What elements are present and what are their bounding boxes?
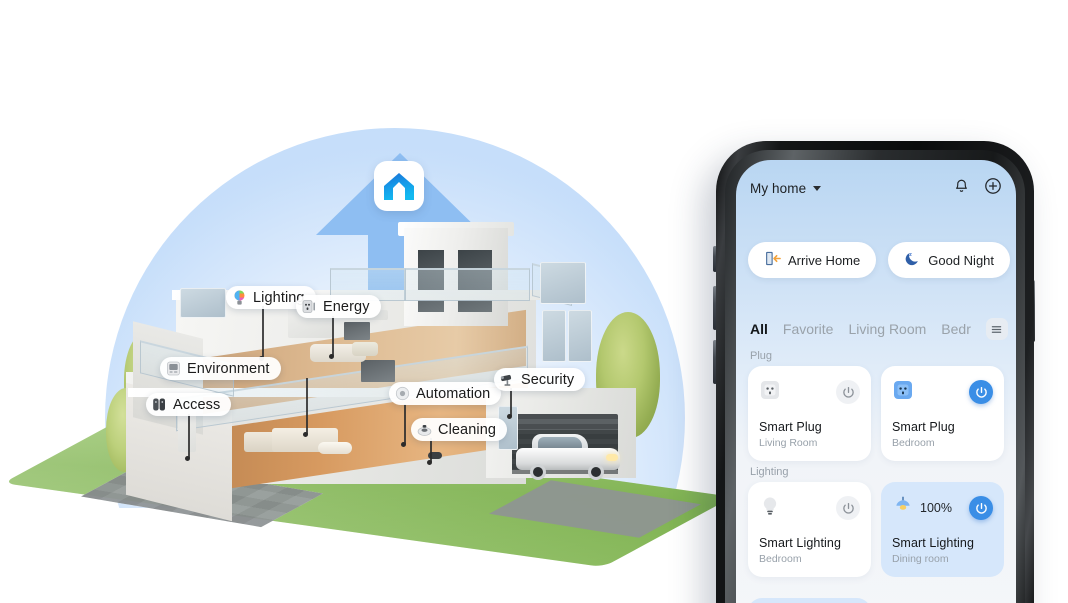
- pin-anchor: [329, 354, 334, 359]
- tab-all[interactable]: All: [750, 321, 768, 337]
- door-lock-icon: [151, 396, 168, 413]
- device-card[interactable]: 100%: [748, 598, 871, 603]
- smart-home-illustration: Lighting Energy Environment Access Autom…: [0, 0, 720, 603]
- pin-anchor: [507, 414, 512, 419]
- pin-label: Access: [173, 396, 221, 413]
- device-card[interactable]: Smart Plug Living Room: [748, 366, 871, 461]
- pin-leader: [188, 414, 190, 458]
- home-logo-icon: [374, 161, 424, 211]
- pin-automation[interactable]: Automation: [389, 382, 502, 405]
- window: [540, 262, 586, 304]
- car: [516, 432, 620, 480]
- device-room: Bedroom: [892, 437, 935, 449]
- bulb-icon: [759, 495, 781, 522]
- phone-screen: My home Arrive Home z Good Night All Fav…: [736, 160, 1016, 603]
- robot-vacuum-icon: [416, 421, 433, 438]
- door-enter-icon: [764, 250, 781, 270]
- pin-anchor: [401, 442, 406, 447]
- group-label-plug: Plug: [750, 350, 773, 362]
- pin-label: Security: [521, 371, 575, 388]
- pin-label: Cleaning: [438, 421, 497, 438]
- window: [180, 288, 226, 318]
- pin-energy[interactable]: Energy: [296, 295, 381, 318]
- power-toggle[interactable]: [969, 496, 993, 520]
- device-name: Smart Plug: [759, 420, 822, 434]
- pin-security[interactable]: Security: [494, 368, 586, 391]
- device-card[interactable]: 100% Smart Lighting Dining room: [881, 482, 1004, 577]
- device-room: Bedroom: [759, 553, 802, 565]
- tab-favorite[interactable]: Favorite: [783, 321, 834, 337]
- power-toggle[interactable]: [969, 380, 993, 404]
- device-grid-lighting: Smart Lighting Bedroom 100% Smart Lighti…: [748, 482, 1004, 577]
- device-card[interactable]: Smart Lighting Bedroom: [748, 482, 871, 577]
- device-percent: 100%: [920, 501, 952, 515]
- pin-cleaning[interactable]: Cleaning: [411, 418, 508, 441]
- outlet-icon: [759, 379, 781, 406]
- device-name: Smart Lighting: [759, 536, 841, 550]
- window: [542, 310, 566, 362]
- scene-label: Arrive Home: [788, 252, 861, 268]
- group-label-lighting: Lighting: [750, 466, 789, 478]
- desk: [352, 342, 378, 356]
- home-name-label[interactable]: My home: [750, 181, 806, 196]
- monitor-screen: [344, 322, 370, 340]
- tv-screen: [361, 360, 395, 382]
- scene-arrive-home[interactable]: Arrive Home: [748, 242, 877, 278]
- chevron-down-icon[interactable]: [813, 185, 822, 191]
- scene-shortcuts: Arrive Home z Good Night: [748, 242, 1011, 278]
- pin-leader: [262, 306, 264, 358]
- coffee-table: [318, 442, 352, 454]
- pin-label: Environment: [187, 360, 270, 377]
- power-toggle[interactable]: [836, 380, 860, 404]
- moon-sleep-icon: z: [904, 250, 921, 270]
- outlet-icon: [892, 379, 914, 406]
- device-grid-plug: Smart Plug Living Room Smart Plug Bedroo…: [748, 366, 1004, 461]
- pin-leader: [332, 316, 334, 356]
- pin-leader: [510, 388, 512, 416]
- bell-icon[interactable]: [953, 177, 970, 199]
- pin-environment[interactable]: Environment: [160, 357, 281, 380]
- tab-living-room[interactable]: Living Room: [848, 321, 926, 337]
- sensor-icon: [165, 360, 182, 377]
- pin-leader: [306, 378, 308, 434]
- pin-leader: [404, 404, 406, 444]
- device-card[interactable]: Smart Plug Bedroom: [881, 366, 1004, 461]
- pin-leader: [430, 438, 432, 462]
- device-room: Living Room: [759, 437, 818, 449]
- device-name: Smart Plug: [892, 420, 955, 434]
- app-header: My home: [750, 176, 1002, 200]
- pin-label: Automation: [416, 385, 491, 402]
- screenshot-root: Lighting Energy Environment Access Autom…: [0, 0, 1068, 603]
- tab-bedroom[interactable]: Bedr: [941, 321, 971, 337]
- scene-label: Good Night: [928, 252, 995, 268]
- window: [568, 310, 592, 362]
- room-tabs: All Favorite Living Room Bedr: [750, 318, 1008, 340]
- pendant-lamp-icon: [892, 495, 914, 522]
- device-grid-extra: 100%: [748, 598, 1004, 603]
- pin-anchor: [185, 456, 190, 461]
- scene-good-night[interactable]: z Good Night: [888, 242, 1011, 278]
- svg-text:z: z: [909, 252, 912, 258]
- device-name: Smart Lighting: [892, 536, 974, 550]
- pin-label: Energy: [323, 298, 370, 315]
- plus-circle-icon[interactable]: [984, 177, 1002, 200]
- device-room: Dining room: [892, 553, 949, 565]
- color-bulb-icon: [231, 289, 248, 306]
- hamburger-menu-icon[interactable]: [985, 318, 1008, 340]
- pin-anchor: [427, 460, 432, 465]
- phone-mockup: My home Arrive Home z Good Night All Fav…: [716, 141, 1034, 603]
- security-camera-icon: [499, 371, 516, 388]
- pin-anchor: [303, 432, 308, 437]
- smart-plug-icon: [301, 298, 318, 315]
- motion-sensor-icon: [394, 385, 411, 402]
- roof-railing: [404, 268, 530, 301]
- power-toggle[interactable]: [836, 496, 860, 520]
- pin-access[interactable]: Access: [146, 393, 232, 416]
